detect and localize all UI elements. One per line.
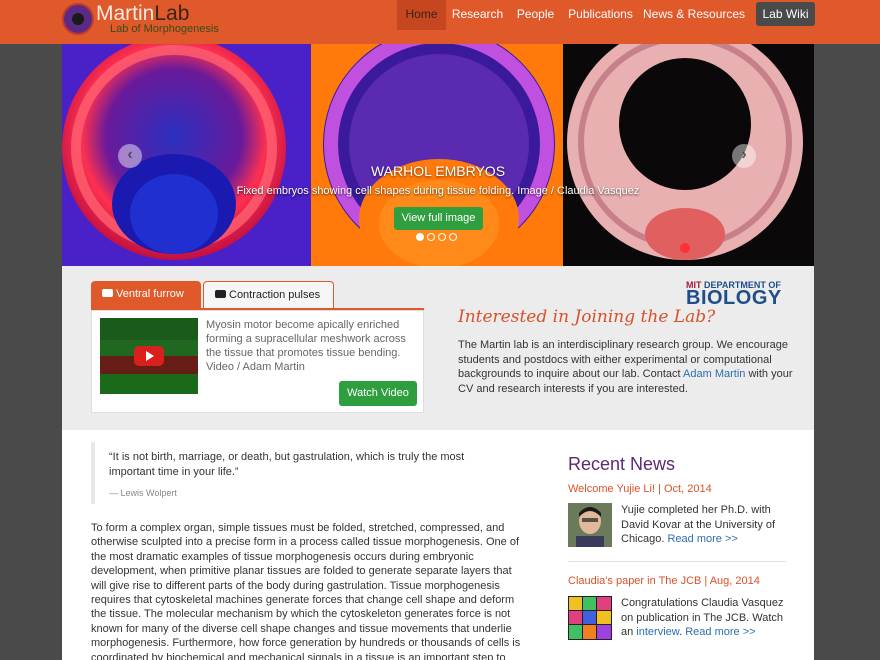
tab-contraction-pulses[interactable]: Contraction pulses bbox=[203, 281, 334, 308]
carousel-indicator-2[interactable] bbox=[427, 233, 435, 241]
news-item-1-title[interactable]: Welcome Yujie Li! | Oct, 2014 bbox=[568, 483, 712, 495]
adam-martin-link[interactable]: Adam Martin bbox=[683, 368, 745, 380]
top-navbar: MartinLab Lab of Morphogenesis Home Rese… bbox=[0, 0, 880, 44]
embryo-image-right bbox=[567, 44, 803, 260]
embryo-image-left bbox=[62, 44, 286, 260]
nav-item-people[interactable]: People bbox=[513, 0, 558, 30]
site-subtitle: Lab of Morphogenesis bbox=[110, 23, 219, 35]
nav-item-research[interactable]: Research bbox=[449, 0, 506, 30]
play-icon[interactable] bbox=[134, 346, 164, 366]
main-content: “It is not birth, marriage, or death, bu… bbox=[62, 430, 814, 660]
watch-video-button[interactable]: Watch Video bbox=[339, 381, 417, 406]
carousel-indicator-4[interactable] bbox=[449, 233, 457, 241]
quote-author: — Lewis Wolpert bbox=[109, 488, 177, 498]
video-description: Myosin motor become apically enriched fo… bbox=[206, 319, 406, 373]
quote-text: “It is not birth, marriage, or death, bu… bbox=[109, 451, 465, 478]
news-item-1-text: Yujie completed her Ph.D. with David Kov… bbox=[621, 504, 776, 545]
lab-logo-icon bbox=[62, 3, 94, 35]
nav-item-news-resources[interactable]: News & Resources bbox=[643, 0, 745, 30]
video-icon bbox=[215, 290, 226, 298]
news-heading: Recent News bbox=[568, 454, 676, 474]
video-icon bbox=[102, 289, 113, 297]
interview-link[interactable]: interview bbox=[636, 626, 679, 638]
carousel-caption: Fixed embryos showing cell shapes during… bbox=[236, 185, 640, 197]
hero-carousel: ‹ › WARHOL EMBRYOS Fixed embryos showing… bbox=[62, 44, 814, 266]
news-divider bbox=[568, 561, 786, 562]
feature-band: Ventral furrow Contraction pulses Myosin… bbox=[62, 266, 814, 430]
news-item-1-read-more[interactable]: Read more >> bbox=[667, 533, 737, 545]
news-item-2-thumbnail bbox=[568, 596, 612, 640]
join-lab-text: The Martin lab is an interdisciplinary r… bbox=[458, 339, 793, 395]
blockquote: “It is not birth, marriage, or death, bu… bbox=[91, 442, 511, 504]
tab-ventral-furrow[interactable]: Ventral furrow bbox=[91, 281, 201, 308]
mit-biology-logo[interactable]: MIT DEPARTMENT OF BIOLOGY bbox=[686, 280, 788, 309]
join-lab-heading: Interested in Joining the Lab? bbox=[458, 307, 716, 327]
carousel-image-panel-center bbox=[311, 44, 563, 266]
carousel-indicator-3[interactable] bbox=[438, 233, 446, 241]
carousel-title: WARHOL EMBRYOS bbox=[370, 163, 506, 179]
news-item-1-avatar bbox=[568, 503, 612, 547]
intro-paragraph: To form a complex organ, simple tissues … bbox=[91, 522, 521, 660]
news-item-2-title[interactable]: Claudia's paper in The JCB | Aug, 2014 bbox=[568, 575, 760, 587]
carousel-image-panel-right bbox=[563, 44, 814, 266]
recent-news: Recent News Welcome Yujie Li! | Oct, 201… bbox=[568, 454, 792, 640]
lab-wiki-button[interactable]: Lab Wiki bbox=[756, 2, 815, 26]
nav-item-publications[interactable]: Publications bbox=[566, 0, 635, 30]
carousel-image-panel-left bbox=[62, 44, 311, 266]
news-item-2-read-more[interactable]: Read more >> bbox=[685, 626, 755, 638]
video-card: Myosin motor become apically enriched fo… bbox=[91, 310, 424, 413]
nav-item-home[interactable]: Home bbox=[397, 0, 446, 30]
embryo-image-center bbox=[323, 44, 555, 266]
video-thumbnail[interactable] bbox=[100, 318, 198, 394]
news-item-2-text: Congratulations Claudia Vasquez on publi… bbox=[621, 597, 784, 638]
carousel-indicator-1[interactable] bbox=[416, 233, 424, 241]
view-full-image-button[interactable]: View full image bbox=[394, 207, 483, 230]
